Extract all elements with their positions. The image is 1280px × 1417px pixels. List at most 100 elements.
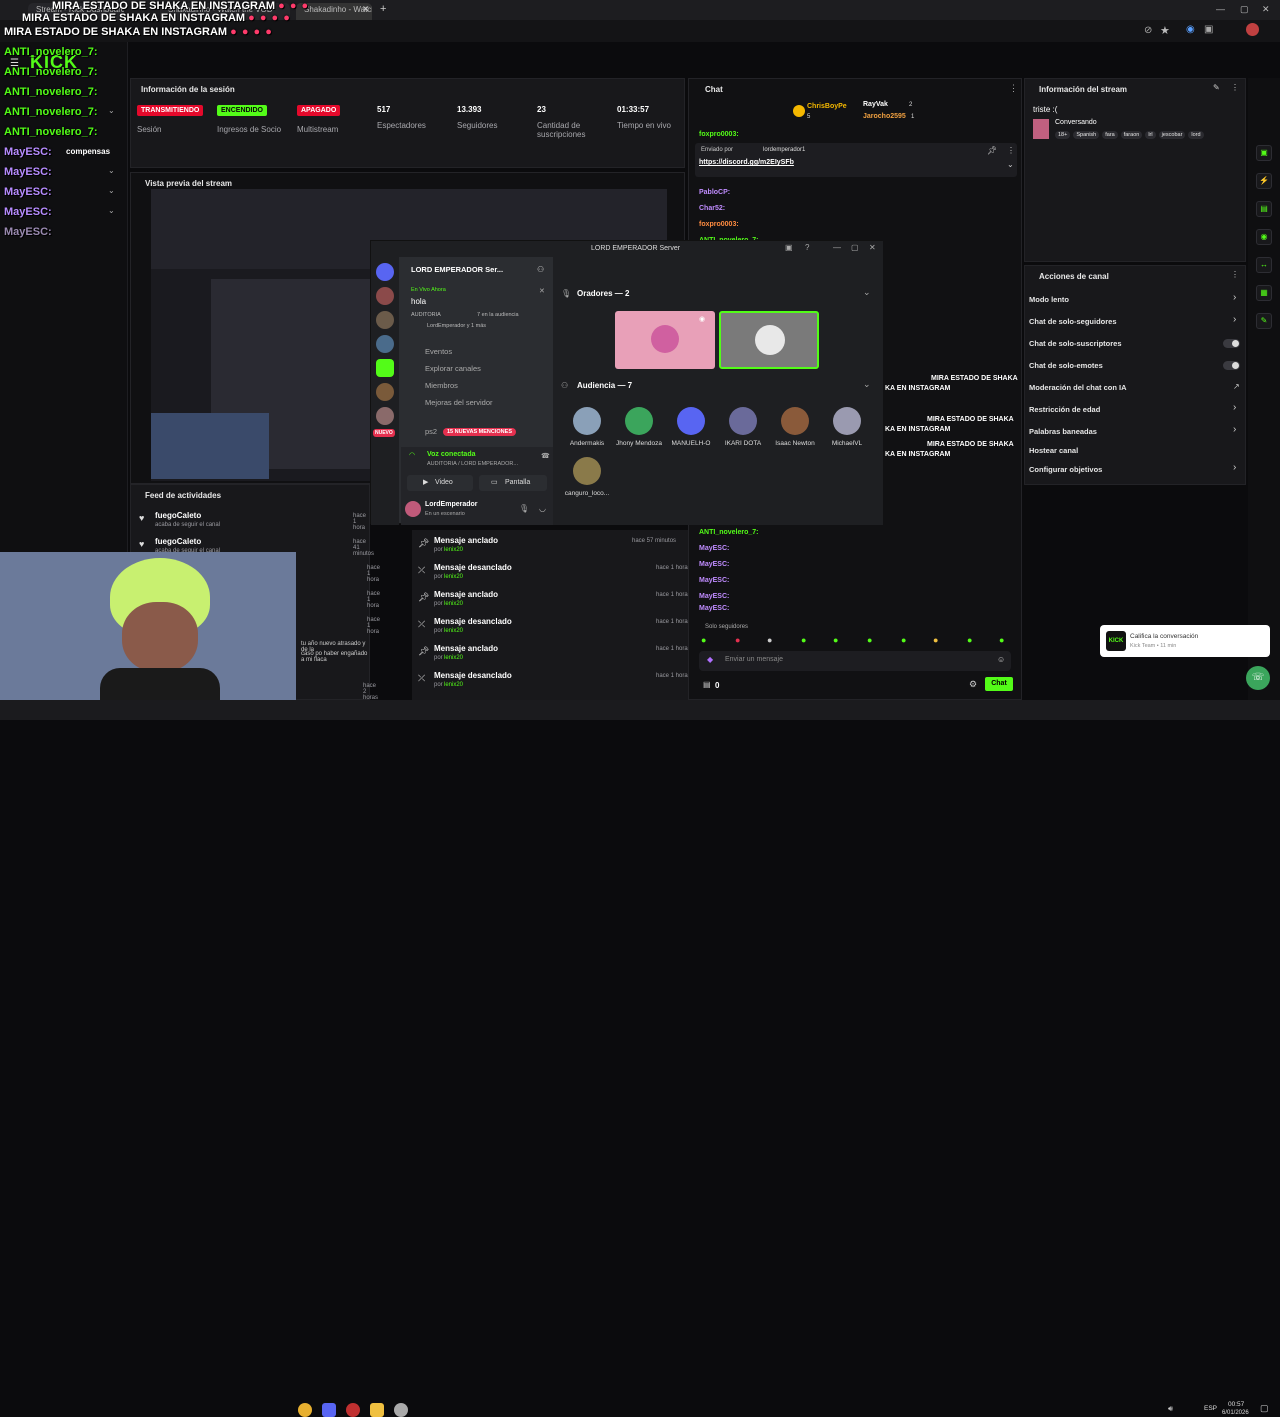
puzzle-icon[interactable]: ▣: [1204, 24, 1213, 35]
discord-home-icon[interactable]: [376, 263, 394, 281]
maximize-icon[interactable]: ▢: [1240, 4, 1249, 15]
channel-boosts[interactable]: Mejoras del servidor: [425, 398, 493, 407]
rail-button[interactable]: ▦: [1256, 285, 1272, 301]
inbox-icon[interactable]: ▣: [785, 243, 793, 252]
emote-icon[interactable]: ●: [967, 635, 972, 645]
close-window-icon[interactable]: ✕: [1262, 4, 1270, 15]
avatar[interactable]: [573, 407, 601, 435]
action-goals[interactable]: Configurar objetivos: [1029, 465, 1102, 474]
close-tab-icon[interactable]: ✕: [362, 4, 370, 15]
close-icon[interactable]: ✕: [869, 243, 876, 252]
mentions-badge[interactable]: 15 NUEVAS MENCIONES: [443, 428, 516, 436]
clock-date[interactable]: 6/01/2026: [1222, 1410, 1249, 1416]
rail-button[interactable]: ✎: [1256, 313, 1272, 329]
emote-icon[interactable]: ●: [801, 635, 806, 645]
action-followers-only[interactable]: Chat de solo-seguidores: [1029, 317, 1117, 326]
minimize-icon[interactable]: —: [1216, 4, 1225, 14]
settings-icon[interactable]: ⚙: [969, 679, 977, 690]
chevron-right-icon[interactable]: ›: [1233, 402, 1236, 413]
emote-icon[interactable]: ●: [833, 635, 838, 645]
voice-channel[interactable]: AUDITORIA / LORD EMPERADOR...: [427, 461, 518, 467]
emote-bar[interactable]: ● ● ● ● ● ● ● ● ● ●: [701, 635, 1011, 647]
chevron-down-icon[interactable]: ⌄: [863, 379, 871, 390]
avatar[interactable]: [573, 457, 601, 485]
pinned-link[interactable]: https://discord.gg/m2EIySFb: [699, 159, 794, 166]
tag[interactable]: fara: [1102, 131, 1118, 139]
disconnect-icon[interactable]: ☎: [541, 452, 550, 460]
server-icon[interactable]: [376, 287, 394, 305]
emotes-only-toggle[interactable]: [1223, 361, 1240, 370]
notification-icon[interactable]: ▢: [1260, 1403, 1269, 1414]
chevron-down-icon[interactable]: ⌄: [108, 186, 115, 195]
action-emotes-only[interactable]: Chat de solo-emotes: [1029, 361, 1103, 370]
pin-icon[interactable]: 📌︎: [987, 146, 997, 155]
action-slow-mode[interactable]: Modo lento: [1029, 295, 1069, 304]
help-icon[interactable]: ?: [805, 243, 809, 252]
chevron-right-icon[interactable]: ›: [1233, 314, 1236, 325]
action-age-restriction[interactable]: Restricción de edad: [1029, 405, 1100, 414]
emoji-icon[interactable]: ☺: [997, 655, 1005, 664]
server-icon[interactable]: [376, 335, 394, 353]
tag[interactable]: faraon: [1120, 131, 1143, 139]
clock-time[interactable]: 00:57: [1228, 1401, 1244, 1408]
more-icon[interactable]: ⋮: [1007, 146, 1015, 155]
more-icon[interactable]: ⋮: [1231, 270, 1239, 279]
speaker-tile[interactable]: ◉: [615, 311, 715, 369]
tag[interactable]: 18+: [1055, 131, 1071, 139]
tag[interactable]: Spanish: [1073, 131, 1100, 139]
mic-icon[interactable]: 🎙︎: [519, 504, 529, 513]
star-icon[interactable]: ★: [1160, 24, 1170, 37]
wallet-icon[interactable]: ▤: [703, 680, 711, 689]
chevron-down-icon[interactable]: ⌄: [863, 287, 871, 298]
avatar[interactable]: [405, 501, 421, 517]
screen-share-button[interactable]: ▭ Pantalla: [479, 475, 547, 491]
action-banned-words[interactable]: Palabras baneadas: [1029, 427, 1097, 436]
edit-icon[interactable]: ✎: [1213, 83, 1220, 92]
rail-button[interactable]: ⚡: [1256, 173, 1272, 189]
subscribers-only-toggle[interactable]: [1223, 339, 1240, 348]
tag[interactable]: lrl: [1145, 131, 1156, 139]
rail-button[interactable]: ◉: [1256, 229, 1272, 245]
username[interactable]: LordEmperador: [425, 501, 478, 508]
minimize-icon[interactable]: —: [833, 243, 841, 252]
toast-notification[interactable]: KICK Califica la conversación Kick Team …: [1100, 625, 1270, 657]
volume-icon[interactable]: 🔊︎: [1168, 1404, 1173, 1414]
speaker-tile[interactable]: [719, 311, 819, 369]
stage-topic[interactable]: hola: [411, 297, 426, 306]
server-name[interactable]: LORD EMPERADOR Ser...: [411, 265, 503, 274]
app-icon[interactable]: [394, 1403, 408, 1417]
category-name[interactable]: Conversando: [1055, 119, 1097, 126]
emote-icon[interactable]: ●: [867, 635, 872, 645]
rail-button[interactable]: ▣: [1256, 145, 1272, 161]
more-icon[interactable]: ⋮: [1009, 83, 1018, 94]
server-icon[interactable]: [376, 359, 394, 377]
profile-avatar[interactable]: [1246, 23, 1259, 36]
support-chat-button[interactable]: ☏: [1246, 666, 1270, 690]
close-icon[interactable]: ✕: [539, 287, 545, 295]
add-member-icon[interactable]: ⚇: [537, 265, 544, 274]
channel-explore[interactable]: Explorar canales: [425, 364, 481, 373]
server-icon[interactable]: [376, 311, 394, 329]
tag[interactable]: jescobar: [1158, 131, 1186, 139]
emote-icon[interactable]: ●: [767, 635, 772, 645]
emote-icon[interactable]: ●: [999, 635, 1004, 645]
chevron-right-icon[interactable]: ›: [1233, 424, 1236, 435]
avatar[interactable]: [729, 407, 757, 435]
avatar[interactable]: [833, 407, 861, 435]
emote-icon[interactable]: ●: [701, 635, 706, 645]
chevron-down-icon[interactable]: ⌄: [108, 206, 115, 215]
channel-events[interactable]: Eventos: [425, 347, 452, 356]
avatar[interactable]: [625, 407, 653, 435]
chevron-down-icon[interactable]: ⌄: [1007, 160, 1014, 169]
emote-icon[interactable]: ●: [901, 635, 906, 645]
pinned-message[interactable]: Enviado por lordemperador1 https://disco…: [695, 143, 1017, 177]
folder-icon[interactable]: [370, 1403, 384, 1417]
eye-off-icon[interactable]: ⊘: [1144, 25, 1152, 36]
avatar[interactable]: [677, 407, 705, 435]
server-icon[interactable]: [376, 383, 394, 401]
rail-button[interactable]: ▤: [1256, 201, 1272, 217]
obs-icon[interactable]: [346, 1403, 360, 1417]
chrome-icon[interactable]: [298, 1403, 312, 1417]
extension-icon[interactable]: ◉: [1186, 24, 1195, 35]
server-icon[interactable]: [376, 407, 394, 425]
